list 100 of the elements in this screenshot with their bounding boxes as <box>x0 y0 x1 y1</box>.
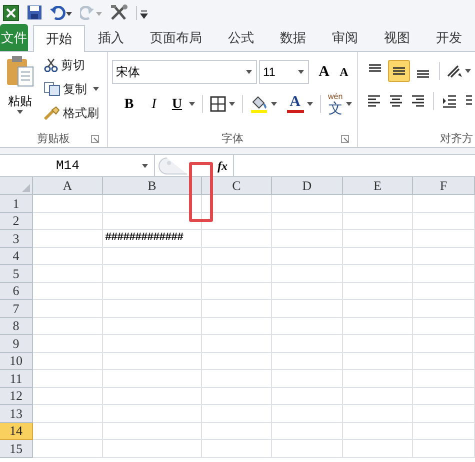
dropdown-arrow-icon[interactable] <box>246 70 252 74</box>
grid-cell[interactable] <box>343 230 413 248</box>
italic-button[interactable]: I <box>143 94 165 114</box>
copy-icon[interactable] <box>44 82 60 96</box>
grid-cell[interactable] <box>343 318 413 335</box>
grid-cell[interactable] <box>343 195 413 212</box>
grid-cell[interactable] <box>33 370 103 388</box>
grid-cell[interactable] <box>413 440 475 458</box>
grid-cell[interactable] <box>202 300 272 318</box>
paste-button[interactable]: 粘贴 <box>0 52 40 131</box>
grid-cell[interactable] <box>272 405 343 422</box>
grid-cell[interactable] <box>103 212 202 230</box>
font-size-field[interactable]: 11 <box>259 60 309 84</box>
grid-cell[interactable] <box>33 422 103 440</box>
column-header[interactable]: D <box>272 177 343 195</box>
align-center-icon[interactable] <box>389 94 403 108</box>
grid-cell[interactable] <box>33 212 103 230</box>
grid-cell[interactable] <box>272 335 343 352</box>
vertical-align-middle-button[interactable] <box>388 60 410 82</box>
font-color-button[interactable]: A <box>286 95 304 113</box>
grid-cell[interactable] <box>103 248 202 265</box>
grid-cell[interactable] <box>343 405 413 422</box>
grid-cell[interactable] <box>202 212 272 230</box>
row-header[interactable]: 7 <box>0 300 33 318</box>
grid-cell[interactable] <box>33 405 103 422</box>
grid-cell[interactable] <box>272 230 343 248</box>
shrink-font-button[interactable]: A <box>335 63 353 81</box>
name-box[interactable]: M14 <box>0 155 155 176</box>
row-header[interactable]: 4 <box>0 248 33 265</box>
grid-cell[interactable] <box>413 388 475 405</box>
row-header[interactable]: 14 <box>0 422 33 440</box>
grid-cell[interactable] <box>33 300 103 318</box>
ribbon-tab[interactable]: 插入 <box>85 25 137 51</box>
grid-cell[interactable] <box>202 230 272 248</box>
insert-function-button[interactable]: fx <box>212 155 234 176</box>
underline-button[interactable]: U <box>168 94 186 114</box>
grid-cell[interactable] <box>33 282 103 300</box>
grid-cell[interactable] <box>103 388 202 405</box>
grid-cell[interactable] <box>202 282 272 300</box>
dropdown-arrow-icon[interactable] <box>298 70 304 74</box>
grid-cell[interactable] <box>33 248 103 265</box>
brush-icon[interactable] <box>44 106 60 120</box>
indent-icon[interactable] <box>442 94 456 108</box>
grid-cell[interactable] <box>103 440 202 458</box>
grid-cell[interactable] <box>343 300 413 318</box>
format-painter-button[interactable]: 格式刷 <box>44 103 99 123</box>
grid-cell[interactable] <box>272 440 343 458</box>
caret-icon[interactable] <box>465 69 471 73</box>
spreadsheet-app-icon[interactable] <box>3 4 19 20</box>
row-header[interactable]: 5 <box>0 265 33 282</box>
grid-cell[interactable] <box>413 282 475 300</box>
row-header[interactable]: 12 <box>0 388 33 405</box>
grid-cell[interactable] <box>103 370 202 388</box>
grid-cell[interactable]: ############# <box>103 230 202 248</box>
row-header[interactable]: 6 <box>0 282 33 300</box>
grid-cell[interactable] <box>103 195 202 212</box>
grid-cell[interactable] <box>272 370 343 388</box>
column-header[interactable]: C <box>202 177 272 195</box>
grid-cell[interactable] <box>272 282 343 300</box>
grid-cell[interactable] <box>413 212 475 230</box>
text-orientation-icon[interactable] <box>445 63 463 79</box>
ribbon-tab[interactable]: 公式 <box>215 25 267 51</box>
ribbon-tab[interactable]: 审阅 <box>319 25 371 51</box>
grid-cell[interactable] <box>343 335 413 352</box>
cut-button[interactable]: 剪切 <box>44 55 99 75</box>
grid-cell[interactable] <box>343 440 413 458</box>
grid-cell[interactable] <box>103 300 202 318</box>
grid-cell[interactable] <box>413 265 475 282</box>
grid-cell[interactable] <box>202 422 272 440</box>
caret-icon[interactable] <box>189 102 195 106</box>
grid-cell[interactable] <box>33 388 103 405</box>
column-header[interactable]: A <box>33 177 103 195</box>
font-name-field[interactable]: 宋体 <box>112 60 257 84</box>
select-all-icon[interactable] <box>22 184 30 192</box>
grid-cell[interactable] <box>33 265 103 282</box>
grid-cell[interactable] <box>103 405 202 422</box>
grid-cell[interactable] <box>272 195 343 212</box>
grid-cell[interactable] <box>413 300 475 318</box>
grid-cell[interactable] <box>202 318 272 335</box>
caret-icon[interactable] <box>271 102 277 106</box>
grid-cell[interactable] <box>33 195 103 212</box>
grid-cell[interactable] <box>272 388 343 405</box>
column-header[interactable]: E <box>343 177 413 195</box>
save-icon[interactable] <box>27 5 42 20</box>
ribbon-tab[interactable]: 开始 <box>33 25 85 52</box>
align-right-icon[interactable] <box>411 94 425 108</box>
row-header[interactable]: 9 <box>0 335 33 352</box>
grid-cell[interactable] <box>343 282 413 300</box>
scissors-icon[interactable] <box>44 58 58 72</box>
clipboard-icon[interactable] <box>6 55 34 87</box>
row-header[interactable]: 11 <box>0 370 33 388</box>
bold-button[interactable]: B <box>118 94 140 114</box>
dropdown-arrow-icon[interactable] <box>142 164 148 168</box>
grid-cell[interactable] <box>413 195 475 212</box>
grow-font-button[interactable]: A <box>315 60 333 84</box>
redo-icon[interactable] <box>80 6 102 20</box>
grid-cell[interactable] <box>272 265 343 282</box>
grid-cell[interactable] <box>413 248 475 265</box>
splitter-handle-icon[interactable] <box>157 156 187 174</box>
tools-icon[interactable] <box>110 4 128 21</box>
